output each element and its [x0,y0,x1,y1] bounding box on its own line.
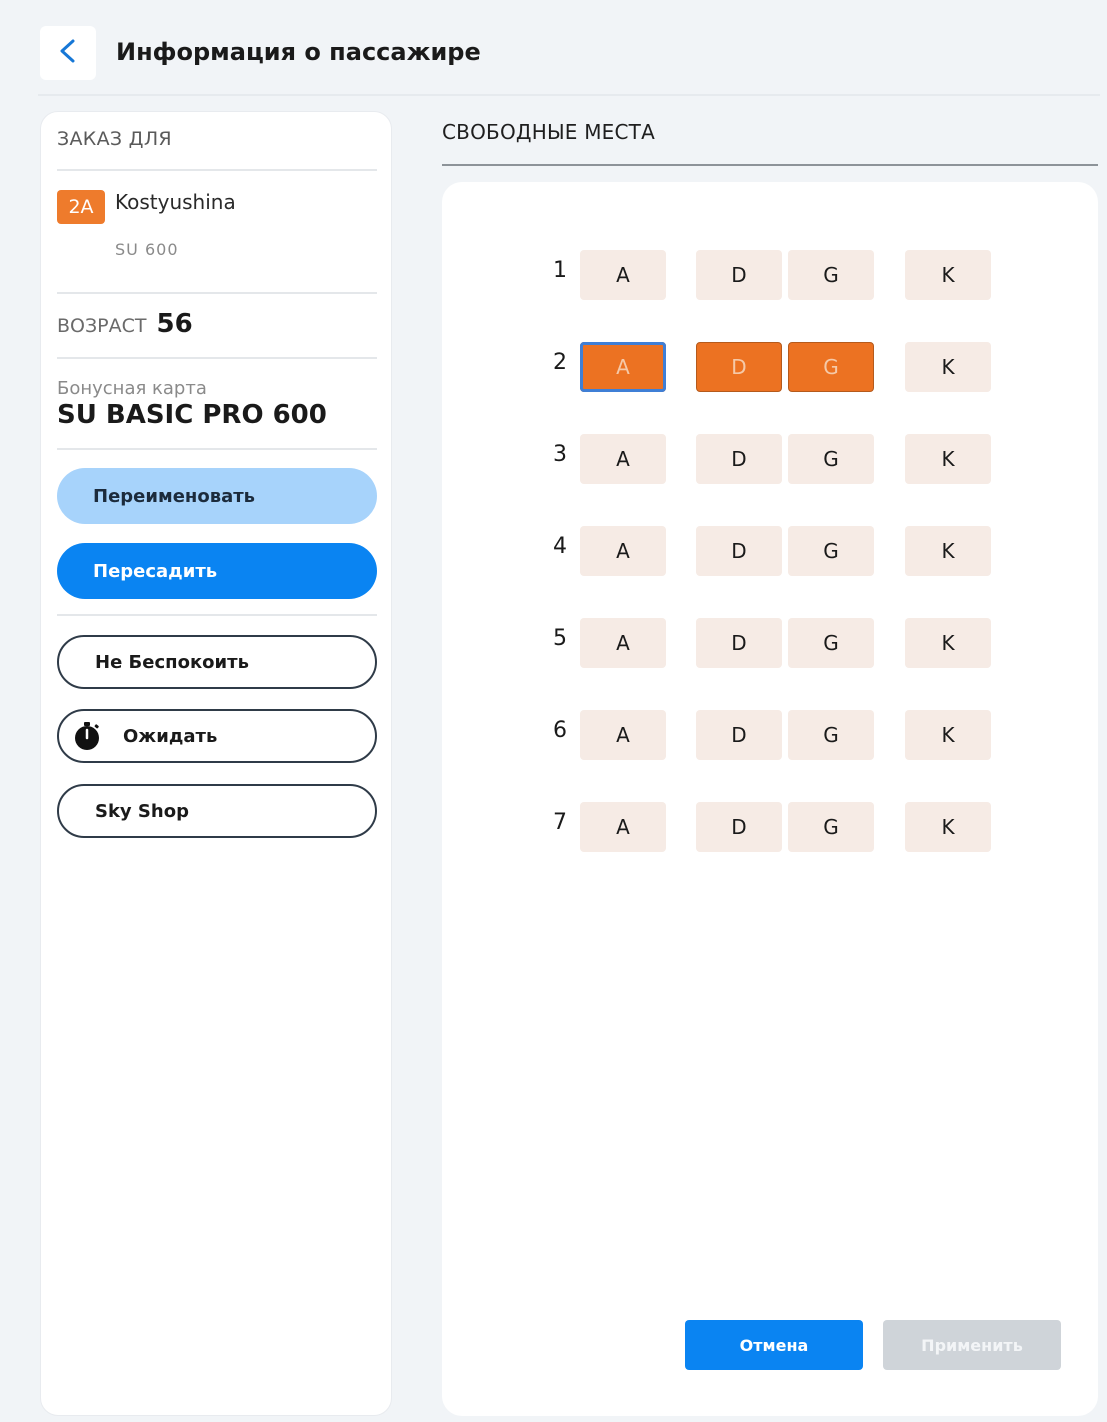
chevron-left-icon [57,38,79,68]
seat-3G[interactable]: G [788,434,874,484]
cancel-button[interactable]: Отмена [685,1320,863,1370]
seat-3D[interactable]: D [696,434,782,484]
seat-3K[interactable]: K [905,434,991,484]
seat-6D[interactable]: D [696,710,782,760]
age-label: ВОЗРАСТ [57,315,147,337]
sky-shop-button[interactable]: Sky Shop [57,784,377,838]
row-number: 4 [553,534,567,559]
row-number: 1 [553,258,567,283]
seat-3A[interactable]: A [580,434,666,484]
rename-button[interactable]: Переименовать [57,468,377,524]
age-value: 56 [156,309,193,339]
row-number: 2 [553,350,567,375]
divider [57,292,377,294]
page-title: Информация о пассажире [116,38,481,66]
divider [442,164,1098,166]
seat-2G[interactable]: G [788,342,874,392]
seat-7A[interactable]: A [580,802,666,852]
seat-2A[interactable]: A [580,342,666,392]
row-number: 6 [553,718,567,743]
wait-button[interactable]: Ожидать [57,709,377,763]
page-header: Информация о пассажире [38,24,1100,96]
seat-7K[interactable]: K [905,802,991,852]
seat-4D[interactable]: D [696,526,782,576]
bonus-card-value: SU BASIC PRO 600 [57,400,327,430]
divider [57,357,377,359]
seat-7D[interactable]: D [696,802,782,852]
seat-2D[interactable]: D [696,342,782,392]
row-number: 5 [553,626,567,651]
seat-4A[interactable]: A [580,526,666,576]
timer-icon [71,720,103,752]
seat-1G[interactable]: G [788,250,874,300]
age-row: ВОЗРАСТ 56 [57,309,193,339]
seat-2K[interactable]: K [905,342,991,392]
apply-button[interactable]: Применить [883,1320,1061,1370]
seat-6A[interactable]: A [580,710,666,760]
seat-1A[interactable]: A [580,250,666,300]
divider [57,614,377,616]
order-for-label: ЗАКАЗ ДЛЯ [57,128,172,150]
free-seats-title: СВОБОДНЫЕ МЕСТА [442,120,655,144]
seat-5K[interactable]: K [905,618,991,668]
seat-4G[interactable]: G [788,526,874,576]
passenger-name: Kostyushina [115,190,236,214]
seat-1D[interactable]: D [696,250,782,300]
seat-5A[interactable]: A [580,618,666,668]
seat-5G[interactable]: G [788,618,874,668]
seat-6G[interactable]: G [788,710,874,760]
seat-map-panel: 1ADGK2ADGK3ADGK4ADGK5ADGK6ADGK7ADGK Отме… [442,182,1098,1416]
bonus-card-label: Бонусная карта [57,378,207,399]
divider [57,169,377,171]
reseat-button[interactable]: Пересадить [57,543,377,599]
seat-4K[interactable]: K [905,526,991,576]
seat-7G[interactable]: G [788,802,874,852]
do-not-disturb-button[interactable]: Не Беспокоить [57,635,377,689]
seat-1K[interactable]: K [905,250,991,300]
seat-5D[interactable]: D [696,618,782,668]
wait-label: Ожидать [123,725,218,747]
seat-6K[interactable]: K [905,710,991,760]
row-number: 7 [553,810,567,835]
seat-badge: 2A [57,190,105,224]
back-button[interactable] [40,26,96,80]
order-panel: ЗАКАЗ ДЛЯ 2A Kostyushina SU 600 ВОЗРАСТ … [40,111,392,1416]
row-number: 3 [553,442,567,467]
divider [57,448,377,450]
flight-number: SU 600 [115,240,179,259]
